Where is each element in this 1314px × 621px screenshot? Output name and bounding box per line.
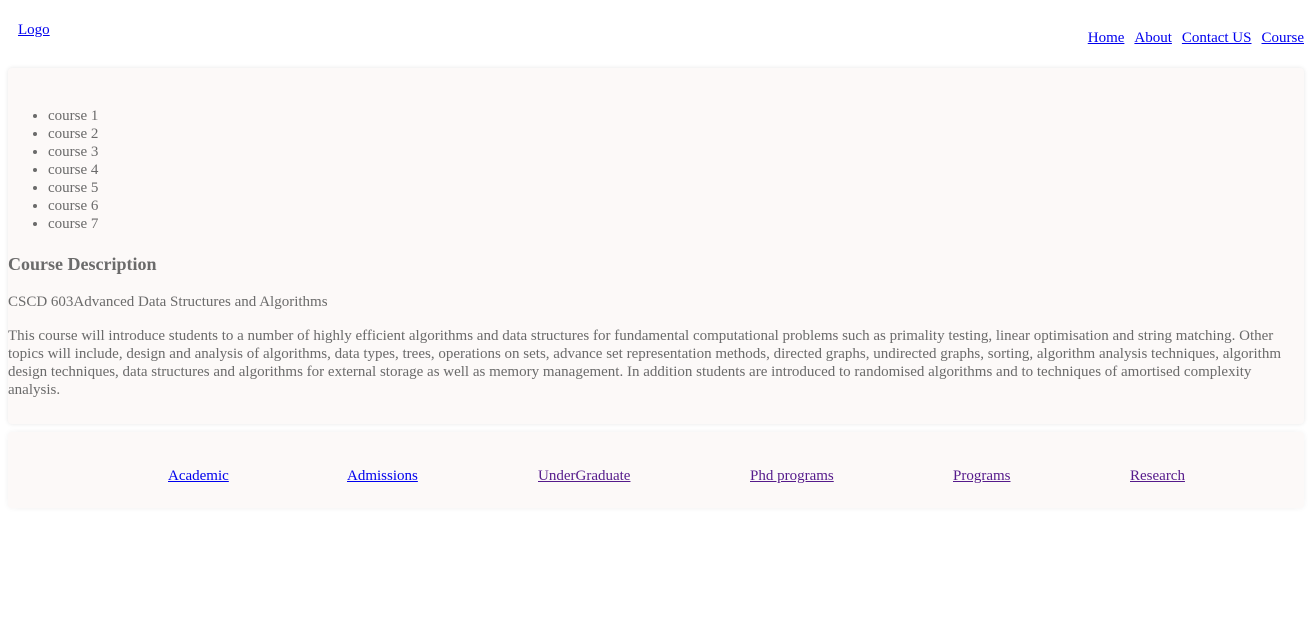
list-item: course 5 (48, 179, 98, 197)
footer-link-undergraduate[interactable]: UnderGraduate (538, 467, 630, 485)
list-item: course 6 (48, 197, 98, 215)
list-item: course 7 (48, 215, 98, 233)
site-header: Logo Home About Contact US Course (0, 0, 1314, 62)
footer-link-research[interactable]: Research (1130, 467, 1185, 485)
list-item: course 4 (48, 161, 98, 179)
site-footer: Academic Admissions UnderGraduate Phd pr… (8, 432, 1304, 508)
nav-contact-link[interactable]: Contact US (1182, 29, 1252, 47)
nav-about-link[interactable]: About (1134, 29, 1172, 47)
footer-link-admissions[interactable]: Admissions (347, 467, 418, 485)
course-list: course 1 course 2 course 3 course 4 cour… (8, 107, 98, 233)
list-item: course 2 (48, 125, 98, 143)
footer-link-phd-programs[interactable]: Phd programs (750, 467, 834, 485)
list-item: course 3 (48, 143, 98, 161)
main-nav: Home About Contact US Course (1088, 29, 1304, 47)
nav-course-link[interactable]: Course (1262, 29, 1305, 47)
list-item: course 1 (48, 107, 98, 125)
footer-link-academic[interactable]: Academic (168, 467, 229, 485)
course-content-panel: course 1 course 2 course 3 course 4 cour… (8, 68, 1304, 424)
course-title: CSCD 603Advanced Data Structures and Alg… (8, 294, 328, 310)
logo-link[interactable]: Logo (18, 21, 50, 39)
course-description-heading: Course Description (8, 254, 157, 274)
nav-home-link[interactable]: Home (1088, 29, 1125, 47)
course-description-text: This course will introduce students to a… (8, 328, 1282, 398)
footer-link-programs[interactable]: Programs (953, 467, 1011, 485)
